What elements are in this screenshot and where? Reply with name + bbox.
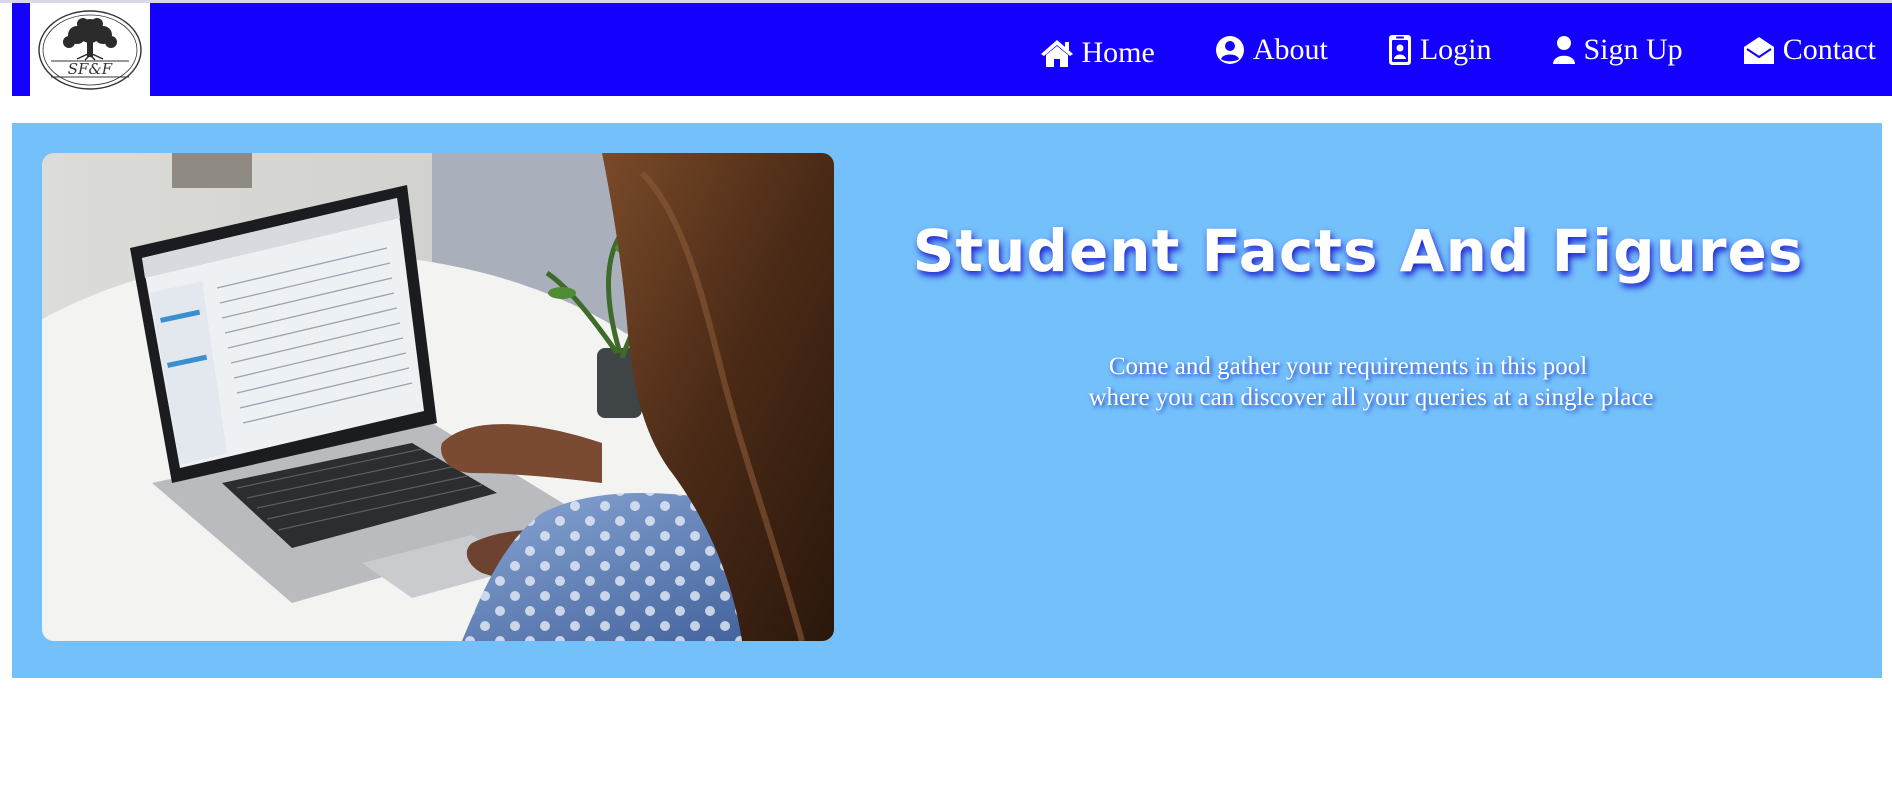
- hero-subtitle-line-1: Come and gather your requirements in thi…: [1108, 353, 1588, 380]
- navbar: SF&F Home About Login Sign Up Contact: [12, 3, 1892, 96]
- nav-login[interactable]: Login: [1388, 33, 1492, 67]
- nav-signup-label: Sign Up: [1583, 32, 1683, 66]
- nav-signup[interactable]: Sign Up: [1552, 33, 1683, 67]
- hero-subtitle-line-2: where you can discover all your queries …: [1088, 384, 1654, 411]
- nav-about-label: About: [1252, 32, 1328, 66]
- hero-section: Student Facts And Figures Come and gathe…: [12, 123, 1882, 678]
- home-icon: [1040, 39, 1073, 67]
- hero-image: [42, 153, 834, 641]
- user-icon: [1552, 35, 1575, 64]
- logo-text: SF&F: [68, 60, 113, 78]
- nav-contact[interactable]: Contact: [1743, 33, 1876, 67]
- tree-logo-icon: SF&F: [38, 10, 142, 90]
- nav-contact-label: Contact: [1782, 32, 1876, 66]
- envelope-open-icon: [1743, 36, 1774, 64]
- id-badge-icon: [1388, 34, 1411, 65]
- page-title: Student Facts And Figures: [912, 217, 1804, 285]
- nav-login-label: Login: [1419, 32, 1492, 66]
- nav-home-label: Home: [1081, 35, 1155, 69]
- hero-subtitle: Come and gather your requirements in thi…: [834, 351, 1882, 413]
- main-nav: Home About Login Sign Up Contact: [980, 3, 1876, 96]
- nav-home[interactable]: Home: [1040, 36, 1155, 70]
- logo[interactable]: SF&F: [30, 3, 150, 96]
- nav-about[interactable]: About: [1215, 33, 1328, 67]
- user-circle-icon: [1215, 35, 1244, 64]
